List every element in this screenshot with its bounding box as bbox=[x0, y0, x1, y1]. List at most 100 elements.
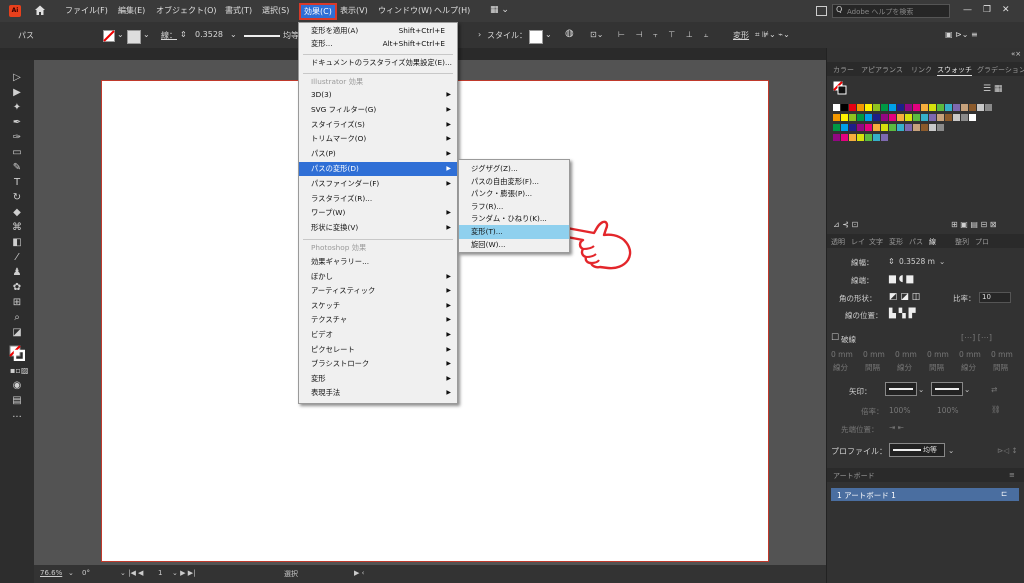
workspace-switcher-icon[interactable]: ▦ ⌄ bbox=[490, 5, 509, 15]
arrange-documents-icon[interactable] bbox=[816, 6, 827, 16]
transform-link[interactable]: 変形 bbox=[733, 30, 749, 41]
list-view-icon[interactable]: ☰ ▦ bbox=[983, 84, 1002, 94]
zoom-dropdown-icon[interactable]: ⌄ bbox=[68, 569, 74, 577]
artboards-title[interactable]: アートボード bbox=[833, 471, 875, 481]
flip-profile-icon[interactable]: ⊳◁ ↕ bbox=[997, 446, 1018, 455]
free-transform-tool-icon[interactable]: ◧ bbox=[10, 237, 24, 249]
menu-object[interactable]: オブジェクト(O) bbox=[156, 5, 217, 16]
align-buttons-icon[interactable]: ⊢ ⊣ ⫟ ⊤ ⊥ ⫠ bbox=[618, 30, 712, 40]
rectangle-tool-icon[interactable]: ▭ bbox=[10, 147, 24, 159]
status-arrow-icon[interactable]: ▶ ‹ bbox=[354, 569, 364, 577]
dash-field[interactable]: 0 mm bbox=[831, 350, 853, 359]
collapse-panel-icon[interactable]: «× bbox=[1011, 50, 1021, 58]
fill-none-swatch[interactable] bbox=[103, 30, 115, 42]
dash-field[interactable]: 0 mm bbox=[895, 350, 917, 359]
tab-character[interactable]: 文字 bbox=[869, 237, 883, 247]
start-scale-field[interactable]: 100% bbox=[889, 406, 910, 415]
menu-view[interactable]: 表示(V) bbox=[340, 5, 368, 16]
swap-arrows-icon[interactable]: ⇄ bbox=[991, 385, 997, 394]
illustrator-effect-item[interactable]: パスの変形(D) ▶ bbox=[299, 162, 457, 176]
color-swatch[interactable] bbox=[889, 114, 896, 121]
limit-field[interactable]: 10 bbox=[979, 292, 1011, 303]
next-page-icon[interactable]: ⌄ ▶ ▶| bbox=[172, 569, 195, 577]
color-swatch[interactable] bbox=[833, 134, 840, 141]
artboard-options-icon[interactable]: ⊏ bbox=[1001, 489, 1007, 498]
artboards-menu-icon[interactable]: ≡ bbox=[1009, 471, 1015, 479]
color-swatch[interactable] bbox=[921, 104, 928, 111]
color-swatch[interactable] bbox=[857, 134, 864, 141]
color-swatch[interactable] bbox=[937, 114, 944, 121]
corner-buttons-icon[interactable]: ◩ ◪ ◫ bbox=[889, 292, 920, 302]
color-swatch[interactable] bbox=[945, 114, 952, 121]
color-swatch[interactable] bbox=[937, 124, 944, 131]
color-swatch[interactable] bbox=[953, 114, 960, 121]
curvature-tool-icon[interactable]: ✑ bbox=[10, 132, 24, 144]
raster-settings-item[interactable]: ドキュメントのラスタライズ効果設定(E)... bbox=[299, 56, 457, 70]
menu-effect[interactable]: 効果(C) bbox=[299, 3, 337, 20]
tab-stroke[interactable]: 線 bbox=[929, 237, 936, 247]
color-swatch[interactable] bbox=[865, 134, 872, 141]
end-arrow-dropdown-icon[interactable]: ⌄ bbox=[964, 385, 970, 394]
color-swatch[interactable] bbox=[929, 124, 936, 131]
photoshop-effect-item[interactable]: ブラシストローク ▶ bbox=[299, 357, 457, 371]
tab-swatches[interactable]: スウォッチ bbox=[937, 65, 972, 76]
gap-field[interactable]: 0 mm bbox=[863, 350, 885, 359]
artboard-tool-icon[interactable]: ⊞ bbox=[10, 297, 24, 309]
home-icon[interactable] bbox=[34, 4, 46, 16]
color-swatch[interactable] bbox=[913, 124, 920, 131]
blend-tool-icon[interactable]: ♟ bbox=[10, 267, 24, 279]
color-swatch[interactable] bbox=[889, 104, 896, 111]
color-swatch[interactable] bbox=[873, 114, 880, 121]
color-swatch[interactable] bbox=[849, 104, 856, 111]
color-swatch[interactable] bbox=[929, 104, 936, 111]
help-search-input[interactable]: Adobe ヘルプを検索 bbox=[832, 4, 950, 18]
swatch-library-icon[interactable]: ⊿ ⊰ ⊡ bbox=[833, 220, 858, 229]
eyedropper-tool-icon[interactable]: ⁄ bbox=[10, 252, 24, 264]
page-field[interactable]: 1 bbox=[158, 569, 162, 577]
menu-window[interactable]: ウィンドウ(W) bbox=[378, 5, 432, 16]
rotate-tool-icon[interactable]: ↻ bbox=[10, 192, 24, 204]
color-swatch[interactable] bbox=[881, 124, 888, 131]
color-swatch[interactable] bbox=[945, 104, 952, 111]
style-dropdown-icon[interactable]: ⌄ bbox=[545, 30, 552, 39]
illustrator-effect-item[interactable]: パス(P) ▶ bbox=[299, 147, 457, 161]
color-swatch[interactable] bbox=[833, 114, 840, 121]
stroke-label[interactable]: 線： bbox=[161, 30, 177, 41]
color-swatch[interactable] bbox=[833, 124, 840, 131]
apply-last-effect-item[interactable]: 変形を適用(A) Shift+Ctrl+E bbox=[299, 24, 457, 38]
color-swatch[interactable] bbox=[881, 134, 888, 141]
photoshop-effect-item[interactable]: 変形 ▶ bbox=[299, 372, 457, 386]
photoshop-effect-item[interactable]: テクスチャ ▶ bbox=[299, 313, 457, 327]
minimize-button[interactable]: — bbox=[963, 5, 972, 15]
tab-properties[interactable]: プロ bbox=[975, 237, 989, 247]
fill-dropdown-icon[interactable]: ⌄ bbox=[117, 30, 124, 39]
color-swatch[interactable] bbox=[897, 114, 904, 121]
swatch-fill-stroke-icon[interactable] bbox=[833, 81, 847, 95]
photoshop-effect-item[interactable]: アーティスティック ▶ bbox=[299, 284, 457, 298]
puppet-warp-tool-icon[interactable]: ⌘ bbox=[10, 222, 24, 234]
stroke-stepper-icon[interactable]: ⇕ bbox=[180, 30, 187, 39]
start-arrow-select[interactable] bbox=[885, 382, 917, 396]
close-button[interactable]: ✕ bbox=[1002, 5, 1010, 15]
artboard-list-item[interactable]: 1 アートボード 1 ⊏ bbox=[831, 488, 1019, 501]
photoshop-effect-item[interactable]: スケッチ ▶ bbox=[299, 299, 457, 313]
photoshop-effect-item[interactable]: ピクセレート ▶ bbox=[299, 343, 457, 357]
isolate-icon[interactable]: ⌗ ⊯⌄ ⌁⌄ bbox=[755, 30, 790, 40]
tab-links[interactable]: リンク bbox=[911, 65, 932, 75]
panel-menu-icon[interactable]: ▣ ⊳⌄ ≡ bbox=[945, 30, 978, 39]
end-scale-field[interactable]: 100% bbox=[937, 406, 958, 415]
color-swatch[interactable] bbox=[841, 114, 848, 121]
color-swatch[interactable] bbox=[913, 104, 920, 111]
direct-selection-tool-icon[interactable]: ▶ bbox=[10, 87, 24, 99]
align-stroke-buttons-icon[interactable]: ▙ ▚ ▛ bbox=[889, 309, 916, 319]
profile-select[interactable]: 均等 bbox=[889, 443, 945, 457]
pen-tool-icon[interactable]: ✒ bbox=[10, 117, 24, 129]
color-swatch[interactable] bbox=[841, 124, 848, 131]
pencil-tool-icon[interactable]: ✎ bbox=[10, 162, 24, 174]
end-arrow-select[interactable] bbox=[931, 382, 963, 396]
gap-field[interactable]: 0 mm bbox=[991, 350, 1013, 359]
color-swatch[interactable] bbox=[953, 104, 960, 111]
color-swatch[interactable] bbox=[873, 124, 880, 131]
distort-effect-item[interactable]: 旋回(W)... bbox=[459, 238, 569, 252]
recolor-icon[interactable]: ◍ bbox=[565, 28, 574, 39]
